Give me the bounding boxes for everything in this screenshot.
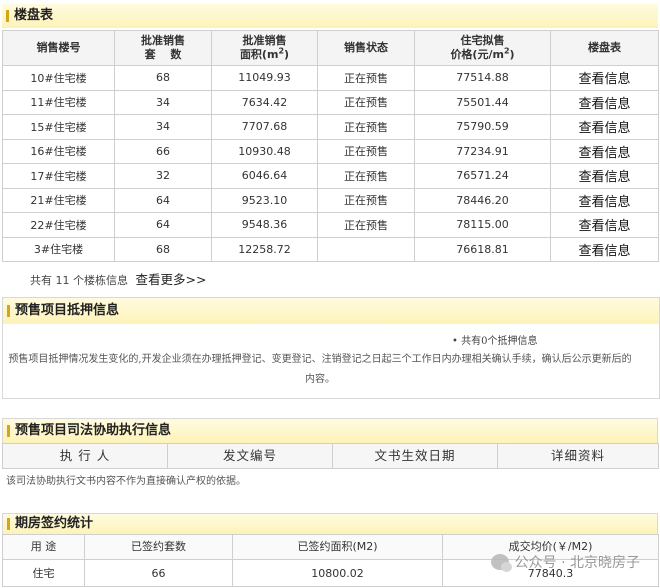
status-cell: 正在预售 [317,163,415,189]
status-cell: 正在预售 [317,89,415,115]
col-signed-units: 已签约套数 [84,534,233,560]
judicial-title: 预售项目司法协助执行信息 [15,423,172,438]
units-cell: 66 [114,138,212,164]
col-area: 批准销售 面积(m2) [211,30,318,66]
signed-area-value: 10800.02 [232,559,443,587]
wechat-icon [490,554,512,572]
mortgage-count: • 共有0个抵押信息 [452,336,538,347]
building-cell: 10#住宅楼 [2,65,115,91]
mortgage-title: 预售项目抵押信息 [15,303,120,318]
section-marker-icon [7,305,10,317]
area-cell: 6046.64 [211,163,318,189]
units-cell: 32 [114,163,212,189]
units-cell: 64 [114,212,212,238]
price-cell: 75501.44 [414,89,551,115]
status-cell: 正在预售 [317,138,415,164]
view-info-link[interactable]: 查看信息 [550,114,659,140]
building-cell: 11#住宅楼 [2,89,115,115]
listing-header: 楼盘表 [2,4,658,28]
table-row: 11#住宅楼 34 7634.42 正在预售 75501.44 查看信息 [2,89,659,115]
listing-title: 楼盘表 [14,8,54,23]
status-cell: 正在预售 [317,212,415,238]
col-building: 销售楼号 [2,30,115,66]
view-info-link[interactable]: 查看信息 [550,236,659,262]
col-doc-number: 发文编号 [167,443,333,469]
table-row: 17#住宅楼 32 6046.64 正在预售 76571.24 查看信息 [2,163,659,189]
col-units: 批准销售套 数 [114,30,212,66]
area-cell: 12258.72 [211,236,318,262]
mortgage-note: 预售项目抵押情况发生变化的,开发企业须在办理抵押登记、变更登记、注销登记之日起三… [8,354,632,385]
contract-panel: 期房签约统计 用 途 已签约套数 已签约面积(M2) 成交均价(￥/M2) 住宅… [2,513,659,587]
listing-count: 共有 11 个楼栋信息 [30,274,128,287]
watermark-text: 公众号 · 北京晓房子 [514,555,640,571]
area-cell: 7707.68 [211,114,318,140]
status-cell: 正在预售 [317,187,415,213]
view-more-link[interactable]: 查看更多>> [136,272,207,287]
units-cell: 34 [114,114,212,140]
table-row: 3#住宅楼 68 12258.72 76618.81 查看信息 [2,236,659,262]
listing-table: 销售楼号 批准销售套 数 批准销售 面积(m2) 销售状态 住宅拟售 价格(元/m2… [2,30,659,262]
table-row: 10#住宅楼 68 11049.93 正在预售 77514.88 查看信息 [2,65,659,91]
building-cell: 22#住宅楼 [2,212,115,238]
col-signed-area: 已签约面积(M2) [232,534,443,560]
col-executor: 执 行 人 [2,443,168,469]
contract-title: 期房签约统计 [15,516,94,531]
price-cell: 76571.24 [414,163,551,189]
units-cell: 68 [114,236,212,262]
price-cell: 77514.88 [414,65,551,91]
contract-header: 期房签约统计 [2,513,658,534]
view-info-link[interactable]: 查看信息 [550,163,659,189]
area-cell: 9523.10 [211,187,318,213]
area-cell: 7634.42 [211,89,318,115]
judicial-header: 预售项目司法协助执行信息 [2,418,658,443]
view-info-link[interactable]: 查看信息 [550,138,659,164]
section-marker-icon [6,10,9,22]
price-cell: 78446.20 [414,187,551,213]
col-price: 住宅拟售 价格(元/m2) [414,30,551,66]
price-cell: 76618.81 [414,236,551,262]
view-info-link[interactable]: 查看信息 [550,212,659,238]
building-cell: 21#住宅楼 [2,187,115,213]
units-cell: 34 [114,89,212,115]
col-status: 销售状态 [317,30,415,66]
status-cell [317,236,415,262]
mortgage-header: 预售项目抵押信息 [3,298,659,324]
section-marker-icon [7,425,10,437]
signed-units-value: 66 [84,559,233,587]
table-row: 16#住宅楼 66 10930.48 正在预售 77234.91 查看信息 [2,138,659,164]
area-cell: 11049.93 [211,65,318,91]
col-effective-date: 文书生效日期 [332,443,498,469]
view-info-link[interactable]: 查看信息 [550,89,659,115]
view-info-link[interactable]: 查看信息 [550,65,659,91]
building-cell: 16#住宅楼 [2,138,115,164]
judicial-table: 执 行 人 发文编号 文书生效日期 详细资料 [2,443,659,469]
table-row: 21#住宅楼 64 9523.10 正在预售 78446.20 查看信息 [2,187,659,213]
status-cell: 正在预售 [317,65,415,91]
section-marker-icon [7,518,10,530]
col-details: 详细资料 [497,443,659,469]
view-info-link[interactable]: 查看信息 [550,187,659,213]
price-cell: 75790.59 [414,114,551,140]
usage-value: 住宅 [2,559,85,587]
price-cell: 78115.00 [414,212,551,238]
building-cell: 15#住宅楼 [2,114,115,140]
area-cell: 10930.48 [211,138,318,164]
listing-summary: 共有 11 个楼栋信息 查看更多>> [30,269,206,288]
building-cell: 17#住宅楼 [2,163,115,189]
table-row: 15#住宅楼 34 7707.68 正在预售 75790.59 查看信息 [2,114,659,140]
col-table: 楼盘表 [550,30,659,66]
judicial-note: 该司法协助执行文书内容不作为直接确认产权的依据。 [6,476,246,487]
judicial-panel: 预售项目司法协助执行信息 执 行 人 发文编号 文书生效日期 详细资料 [2,418,659,469]
table-row: 22#住宅楼 64 9548.36 正在预售 78115.00 查看信息 [2,212,659,238]
watermark: 公众号 · 北京晓房子 [490,552,640,572]
units-cell: 64 [114,187,212,213]
listing-panel: 楼盘表 销售楼号 批准销售套 数 批准销售 面积(m2) 销售状态 住宅拟售 价格(… [2,4,659,262]
col-usage: 用 途 [2,534,85,560]
building-cell: 3#住宅楼 [2,236,115,262]
status-cell: 正在预售 [317,114,415,140]
units-cell: 68 [114,65,212,91]
price-cell: 77234.91 [414,138,551,164]
area-cell: 9548.36 [211,212,318,238]
